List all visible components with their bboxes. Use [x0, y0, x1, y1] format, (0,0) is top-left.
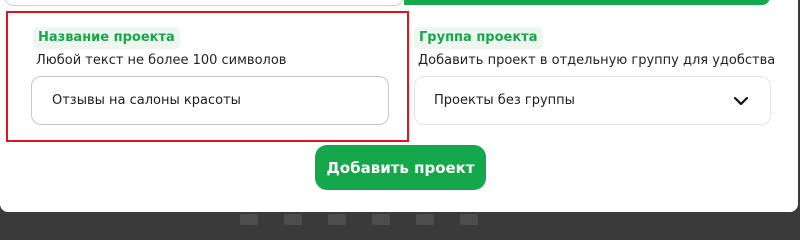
- top-outline: [4, 0, 404, 6]
- project-group-select[interactable]: Проекты без группы: [414, 76, 771, 125]
- project-group-selected: Проекты без группы: [434, 93, 575, 108]
- top-accent-bar: [404, 0, 770, 5]
- project-name-hint: Любой текст не более 100 символов: [36, 53, 287, 68]
- backdrop-icon: [328, 214, 346, 225]
- add-project-modal: Название проекта Любой текст не более 10…: [0, 0, 798, 212]
- chevron-down-icon: [733, 96, 749, 106]
- project-name-input[interactable]: [31, 76, 389, 125]
- backdrop-icon: [460, 214, 478, 225]
- backdrop-icon: [416, 214, 434, 225]
- project-group-label: Группа проекта: [414, 27, 543, 49]
- add-project-button[interactable]: Добавить проект: [315, 145, 486, 190]
- backdrop-icon: [372, 214, 390, 225]
- modal-top-strip: [0, 0, 786, 6]
- project-group-hint: Добавить проект в отдельную группу для у…: [418, 53, 776, 68]
- backdrop-icons: [240, 214, 540, 225]
- backdrop-icon: [284, 214, 302, 225]
- backdrop-icon: [240, 214, 258, 225]
- project-name-label: Название проекта: [33, 27, 180, 49]
